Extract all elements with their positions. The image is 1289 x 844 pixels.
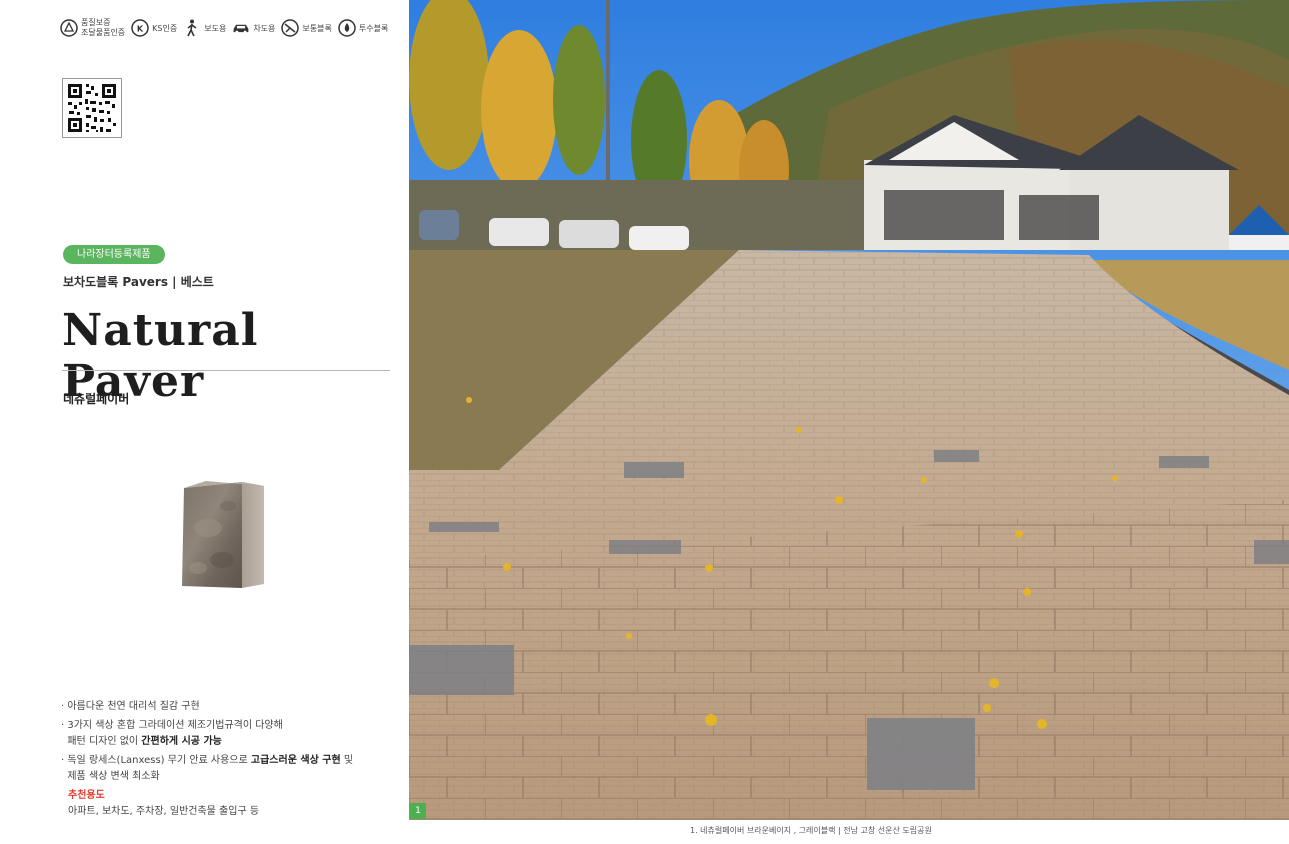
- permeable-block-icon: [338, 19, 356, 37]
- feature-text: 아름다운 천연 대리석 질감 구현: [67, 701, 200, 712]
- quality-assurance-icon: [60, 19, 78, 37]
- recommended-use-label: 추천용도: [68, 790, 105, 801]
- recommended-use-text: 아파트, 보차도, 주차장, 일반건축물 출입구 등: [68, 806, 260, 817]
- left-panel: 품질보증 조달물품인증 K KS인증 보도용 차도용 보통블록 투수블록 나라장…: [0, 0, 409, 844]
- cert-standard-block: 보통블록: [281, 19, 332, 37]
- product-block-image: [178, 478, 270, 596]
- feature-highlight: 간편하게 시공 가능: [141, 736, 222, 747]
- cert-label: 투수블록: [358, 23, 389, 33]
- photo-number-badge: 1: [410, 803, 426, 819]
- cert-car: 차도용: [232, 19, 275, 37]
- cert-label: 보도용: [204, 23, 227, 33]
- feature-text: 독일 랑세스(Lanxess) 무기 안료 사용으로: [67, 755, 251, 766]
- product-category: 보차도블록 Pavers | 베스트: [63, 275, 214, 289]
- cert-pedestrian: 보도용: [183, 19, 226, 37]
- svg-text:K: K: [137, 25, 144, 34]
- qr-code-graphic: [68, 84, 116, 132]
- feature-list: · 아름다운 천연 대리석 질감 구현 · 3가지 색상 혼합 그라데이션 제조…: [61, 699, 353, 820]
- cert-ks: K KS인증: [131, 19, 177, 37]
- feature-item: · 3가지 색상 혼합 그라데이션 제조기법규격이 다양해 패턴 디자인 없이 …: [61, 720, 283, 747]
- cert-label-line1: 품질보증: [81, 18, 111, 27]
- qr-code[interactable]: [62, 78, 122, 138]
- cert-label: 보통블록: [302, 23, 332, 33]
- photo-caption: 1. 네츄럴페이버 브라운베이지 , 그레이블랙 | 전남 고창 선운산 도립공…: [690, 826, 932, 835]
- certification-row: 품질보증 조달물품인증 K KS인증 보도용 차도용 보통블록 투수블록: [60, 18, 388, 38]
- cert-permeable-block: 투수블록: [338, 19, 388, 37]
- car-icon: [232, 19, 250, 37]
- cert-label: KS인증: [152, 23, 178, 33]
- feature-item: · 아름다운 천연 대리석 질감 구현: [61, 701, 200, 712]
- pedestrian-icon: [183, 19, 201, 37]
- ks-mark-icon: K: [131, 19, 149, 37]
- cert-quality-assurance: 품질보증 조달물품인증: [60, 18, 125, 38]
- product-korean-name: 네츄럴페이버: [63, 392, 130, 406]
- feature-text: 및: [340, 755, 354, 766]
- cert-label: 차도용: [253, 23, 276, 33]
- cert-label-line2: 조달물품인증: [81, 28, 126, 37]
- feature-text: 제품 색상 변색 최소화: [67, 771, 160, 782]
- standard-block-icon: [281, 19, 300, 37]
- procurement-badge: 나라장터등록제품: [63, 245, 165, 264]
- feature-item: · 독일 랑세스(Lanxess) 무기 안료 사용으로 고급스러운 색상 구현…: [61, 755, 354, 782]
- installation-photo: [409, 0, 1289, 820]
- title-divider: [62, 370, 390, 371]
- feature-text: 패턴 디자인 없이: [67, 736, 142, 747]
- feature-text: 3가지 색상 혼합 그라데이션 제조기법규격이 다양해: [67, 720, 283, 731]
- feature-highlight: 고급스러운 색상 구현: [250, 755, 341, 766]
